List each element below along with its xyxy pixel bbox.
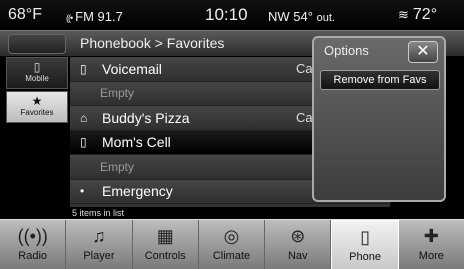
breadcrumb: Phonebook > Favorites xyxy=(80,35,225,51)
phone-icon: ▯ xyxy=(80,135,87,150)
options-popup: Options ✕ Remove from Favs xyxy=(312,36,446,202)
radio-icon: ((•)) xyxy=(17,226,48,246)
compass-icon: ⊛ xyxy=(290,226,306,246)
climate-button[interactable]: ◎ Climate xyxy=(199,220,266,269)
controls-icon: ▦ xyxy=(156,226,174,246)
controls-button[interactable]: ▦ Controls xyxy=(133,220,199,269)
player-icon: ♫ xyxy=(92,226,106,246)
more-button[interactable]: ✚ More xyxy=(399,220,464,269)
phone-icon: ▯ xyxy=(33,60,41,74)
heated-seat-icon: ≋ xyxy=(398,7,409,22)
climate-icon: ◎ xyxy=(223,226,240,246)
plus-icon: ✚ xyxy=(423,226,439,246)
star-icon: ★ xyxy=(31,94,43,108)
interior-temp: ≋ 72° xyxy=(398,6,438,23)
status-bar: 68°F ((• FM 91.7 10:10 NW 54° out. ≋ 72° xyxy=(0,0,464,30)
close-icon: ✕ xyxy=(416,43,430,60)
phone-icon: ▯ xyxy=(80,61,87,76)
phone-button[interactable]: ▯ Phone xyxy=(331,220,399,269)
radio-button[interactable]: ((•)) Radio xyxy=(0,220,67,269)
nav-button[interactable]: ⊛ Nav xyxy=(265,220,332,269)
clock: 10:10 xyxy=(205,5,248,24)
compass-readout: NW 54° out. xyxy=(268,9,335,24)
dot-icon: • xyxy=(80,184,85,199)
category-tabs: ▯ Mobile ★ Favorites xyxy=(6,57,68,207)
bottom-nav: ((•)) Radio ♫ Player ▦ Controls ◎ Climat… xyxy=(0,219,464,269)
outside-temp-left: 68°F xyxy=(8,6,42,23)
close-button[interactable]: ✕ xyxy=(408,41,438,63)
item-count: 5 items in list xyxy=(72,208,125,218)
back-button[interactable] xyxy=(8,34,66,54)
tab-mobile[interactable]: ▯ Mobile xyxy=(6,57,68,89)
radio-station: ((• FM 91.7 xyxy=(66,9,123,24)
tab-favorites[interactable]: ★ Favorites xyxy=(6,91,68,123)
home-icon: ⌂ xyxy=(80,110,88,125)
player-button[interactable]: ♫ Player xyxy=(66,220,133,269)
remove-from-favs-button[interactable]: Remove from Favs xyxy=(320,70,440,90)
signal-icon: ((• xyxy=(66,13,73,23)
popup-title: Options xyxy=(324,43,369,58)
phone-icon: ▯ xyxy=(360,227,370,247)
